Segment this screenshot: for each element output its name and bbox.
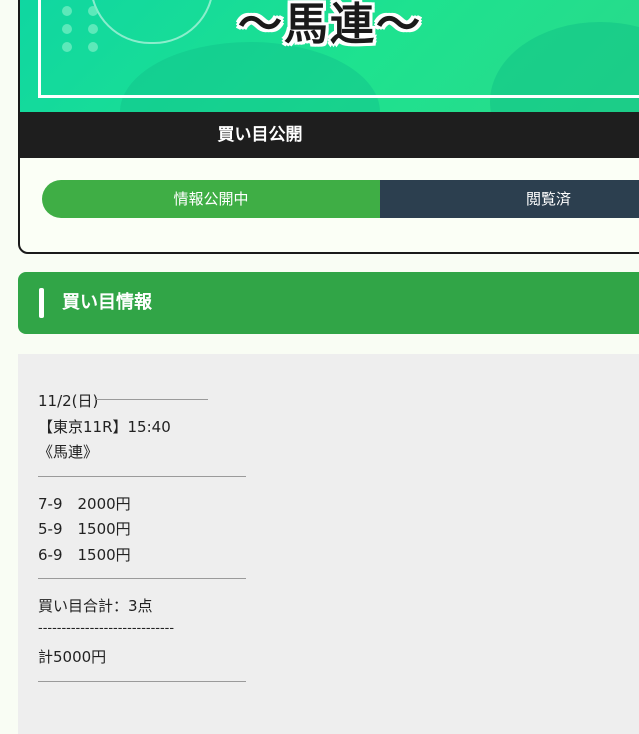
banner-title: 〜馬連〜: [238, 0, 422, 50]
bet-total: 計5000円: [38, 648, 107, 666]
section-label: 買い目公開: [20, 112, 639, 158]
info-heading: 買い目情報: [18, 272, 639, 334]
bet-count: 買い目合計：3点: [38, 597, 153, 615]
info-card: 〜馬連〜 買い目公開 情報公開中 閲覧済: [18, 0, 639, 254]
race-name: 【東京11R】15:40: [38, 418, 171, 436]
divider: [38, 681, 246, 682]
heading-accent-bar: [39, 288, 44, 318]
banner: 〜馬連〜: [20, 0, 639, 112]
bet-type: 《馬連》: [38, 443, 99, 461]
tab-published[interactable]: 情報公開中: [42, 180, 380, 218]
tab-viewed[interactable]: 閲覧済: [380, 180, 639, 218]
status-toggle[interactable]: 情報公開中 閲覧済: [42, 180, 639, 218]
bet-line: 5-9 1500円: [38, 520, 131, 538]
dash-separator: -----------------------------: [38, 621, 175, 636]
bet-line: 7-9 2000円: [38, 495, 131, 513]
divider: [38, 578, 246, 579]
divider: [38, 476, 246, 477]
bet-line: 6-9 1500円: [38, 546, 131, 564]
heading-title: 買い目情報: [62, 292, 152, 313]
bet-info-panel: 11/2(日) 【東京11R】15:40 《馬連》 7-9 2000円 5-9 …: [18, 354, 639, 734]
race-date: 11/2(日): [38, 392, 99, 410]
divider: [96, 399, 208, 400]
